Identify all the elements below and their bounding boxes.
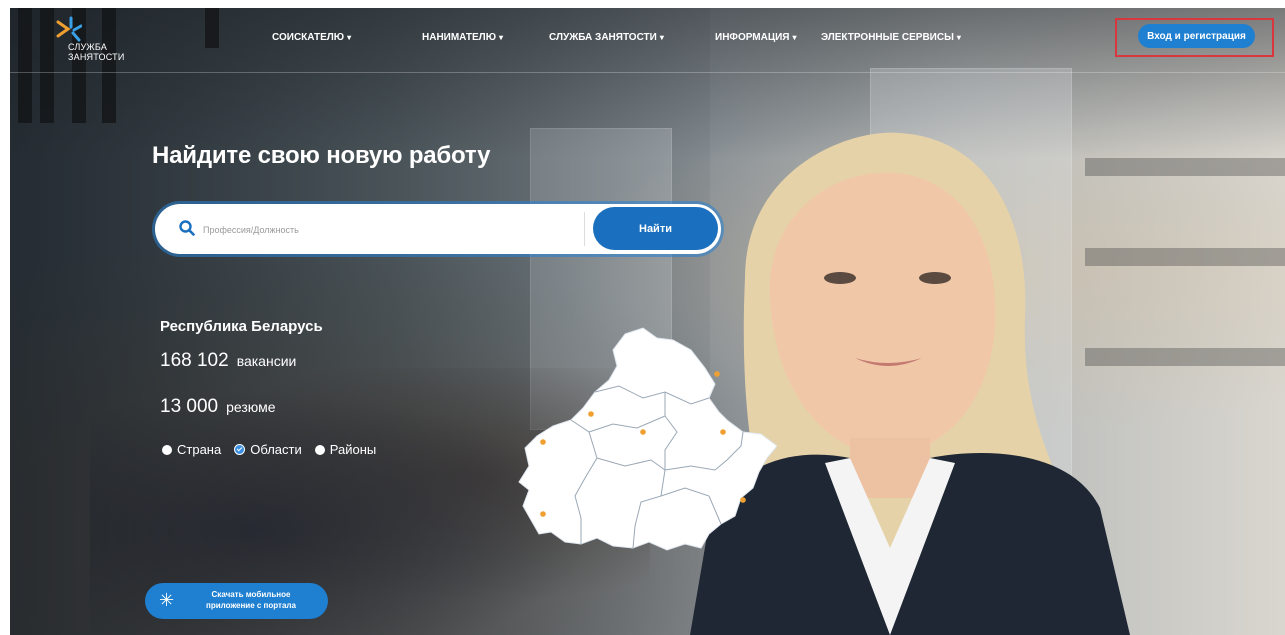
region-title: Республика Беларусь <box>160 318 323 335</box>
vacancies-stat: 168 102 вакансии <box>160 350 296 372</box>
radio-country[interactable]: Страна <box>162 442 221 457</box>
page-title: Найдите свою новую работу <box>152 142 491 169</box>
asterisk-icon: ✳ <box>159 590 175 610</box>
login-register-button[interactable]: Вход и регистрация <box>1138 24 1255 48</box>
nav-label: НАНИМАТЕЛЮ <box>422 32 497 43</box>
logo[interactable]: СЛУЖБА ЗАНЯТОСТИ <box>56 16 136 68</box>
logo-line-1: СЛУЖБА <box>68 42 108 52</box>
nav-item-information[interactable]: ИНФОРМАЦИЯ ▾ <box>715 32 821 43</box>
nav-label: СОИСКАТЕЛЮ <box>272 32 345 43</box>
vacancies-count: 168 102 <box>160 350 229 371</box>
belarus-map[interactable] <box>515 320 777 556</box>
nav-item-employer[interactable]: НАНИМАТЕЛЮ ▾ <box>422 32 549 43</box>
radio-button <box>314 444 325 455</box>
logo-text: СЛУЖБА ЗАНЯТОСТИ <box>68 42 125 62</box>
download-app-button[interactable]: ✳ Скачать мобильное приложение с портала <box>145 583 328 619</box>
map-marker[interactable] <box>540 439 546 445</box>
resumes-count: 13 000 <box>160 396 219 417</box>
resumes-stat: 13 000 резюме <box>160 396 276 418</box>
search-bar: Найти <box>155 204 721 254</box>
map-marker[interactable] <box>714 371 720 377</box>
map-marker[interactable] <box>740 497 746 503</box>
chevron-down-icon: ▾ <box>347 33 352 42</box>
logo-asterisk-icon <box>56 16 82 42</box>
chevron-down-icon: ▾ <box>792 33 797 42</box>
nav-item-employment-service[interactable]: СЛУЖБА ЗАНЯТОСТИ ▾ <box>549 32 715 43</box>
nav-item-job-seeker[interactable]: СОИСКАТЕЛЮ ▾ <box>272 32 422 43</box>
nav-label: СЛУЖБА ЗАНЯТОСТИ <box>549 32 657 43</box>
radio-button-checked <box>234 444 246 455</box>
nav-label: ИНФОРМАЦИЯ <box>715 32 790 43</box>
search-icon <box>179 220 195 236</box>
search-divider <box>584 212 585 246</box>
resumes-label: резюме <box>226 399 276 415</box>
logo-line-2: ЗАНЯТОСТИ <box>68 52 125 62</box>
radio-regions[interactable]: Области <box>234 442 302 457</box>
chevron-down-icon: ▾ <box>659 33 664 42</box>
chevron-down-icon: ▾ <box>499 33 504 42</box>
main-nav: СОИСКАТЕЛЮ ▾ НАНИМАТЕЛЮ ▾ СЛУЖБА ЗАНЯТОСТИ… <box>272 32 991 43</box>
chevron-down-icon: ▾ <box>956 33 961 42</box>
download-app-line-2: приложение с портала <box>206 601 296 610</box>
download-app-label: Скачать мобильное приложение с портала <box>191 589 311 611</box>
search-input[interactable] <box>201 218 585 242</box>
search-button[interactable]: Найти <box>593 207 718 250</box>
radio-label: Страна <box>177 442 222 457</box>
site-header: СЛУЖБА ЗАНЯТОСТИ СОИСКАТЕЛЮ ▾ НАНИМАТЕЛЮ ▾… <box>10 8 1285 73</box>
radio-label: Области <box>250 442 302 457</box>
radio-label: Районы <box>329 442 377 457</box>
radio-button <box>162 444 172 455</box>
page-hero: СЛУЖБА ЗАНЯТОСТИ СОИСКАТЕЛЮ ▾ НАНИМАТЕЛЮ ▾… <box>10 8 1285 635</box>
radio-districts[interactable]: Районы <box>314 442 377 457</box>
nav-label: ЭЛЕКТРОННЫЕ СЕРВИСЫ <box>821 32 954 43</box>
map-marker[interactable] <box>588 411 594 417</box>
vacancies-label: вакансии <box>236 353 297 369</box>
nav-item-e-services[interactable]: ЭЛЕКТРОННЫЕ СЕРВИСЫ ▾ <box>821 32 991 43</box>
map-marker[interactable] <box>720 429 726 435</box>
map-marker[interactable] <box>540 511 546 517</box>
map-marker[interactable] <box>640 429 646 435</box>
region-level-filter: Страна Области Районы <box>162 442 389 457</box>
download-app-line-1: Скачать мобильное <box>211 590 291 599</box>
